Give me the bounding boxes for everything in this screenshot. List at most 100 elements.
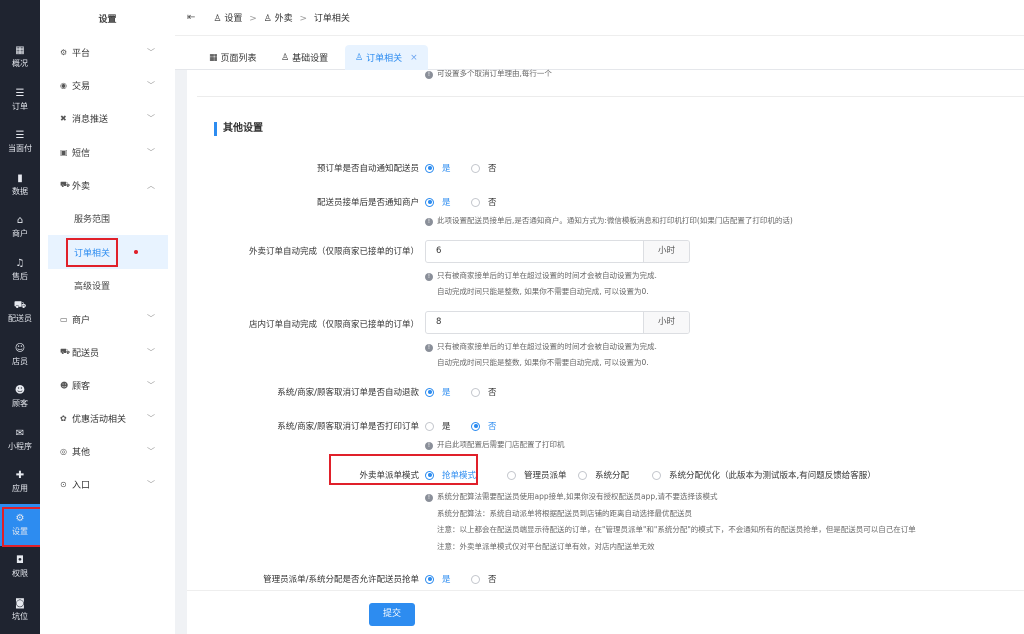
- headset-icon: ♫: [15, 257, 25, 269]
- sidebar-item[interactable]: ⛟ 配送员 ﹀: [40, 336, 175, 369]
- print-yes[interactable]: 是: [425, 420, 451, 432]
- sidebar-item[interactable]: ✿ 优惠活动相关 ﹀: [40, 402, 175, 435]
- rider-accept-yes[interactable]: 是: [425, 196, 451, 208]
- collapse-icon[interactable]: ⇤: [187, 12, 195, 23]
- rider-accept-help: ! 此项设置配送员接单后,是否通知商户。通知方式为:微信模板消息和打印机打印(如果…: [425, 215, 793, 226]
- rail-item-label: 售后: [12, 271, 28, 281]
- rail-item[interactable]: ☺ 店员: [0, 334, 40, 377]
- sms-icon: ▣: [60, 147, 68, 157]
- sidebar-item[interactable]: ⛟ 外卖 ︿: [40, 169, 175, 202]
- pre-order-yes[interactable]: 是: [425, 162, 451, 174]
- rail-item-label: 当面付: [8, 144, 32, 154]
- rail-item[interactable]: ♫ 售后: [0, 249, 40, 292]
- promo-icon: ✿: [60, 414, 67, 424]
- store-icon: ⌂: [16, 215, 24, 227]
- allow-grab-yes[interactable]: 是: [425, 573, 451, 585]
- dispatch-label: 外卖单派单模式: [359, 471, 419, 481]
- dispatch-admin[interactable]: 管理员派单: [507, 469, 567, 481]
- bar-chart-icon: ▮: [17, 172, 23, 184]
- other-icon: ◎: [60, 447, 67, 457]
- close-icon[interactable]: ×: [410, 53, 418, 63]
- main-rail: ▦ 概况 ☰ 订单 ☰ 当面付 ▮ 数据 ⌂ 商户 ♫ 售后 ⛟ 配送员 ☺ 店员 ☻ 顾客 ✉ 小程序 ✚ 应用 ⚙ 设置 ◘…: [0, 0, 42, 634]
- trade-icon: ◉: [60, 81, 67, 91]
- submit-button[interactable]: 提交: [369, 603, 415, 626]
- rail-item-label: 数据: [12, 186, 28, 196]
- breadcrumb-item[interactable]: 外卖: [275, 14, 293, 24]
- pre-order-label: 预订单是否自动通知配送员: [316, 164, 419, 174]
- sidebar-item-label: 其他: [72, 448, 91, 459]
- rail-item[interactable]: ✉ 小程序: [0, 419, 40, 462]
- rail-item[interactable]: ☰ 订单: [0, 79, 40, 122]
- breadcrumb-item: 订单相关: [313, 14, 350, 24]
- settings-form: ! 可设置多个取消订单理由,每行一个 其他设置 预订单是否自动通知配送员 是 否 …: [187, 69, 1024, 590]
- dispatch-grab[interactable]: 抢单模式: [425, 469, 476, 481]
- lock-icon: ◘: [16, 555, 24, 567]
- breadcrumb-item[interactable]: 设置: [224, 14, 242, 24]
- rail-item[interactable]: ⛟ 配送员: [0, 291, 40, 334]
- rail-item[interactable]: ▦ 概况: [0, 36, 40, 79]
- print-no[interactable]: 否: [471, 420, 497, 432]
- chevron-up-icon: ︿: [147, 180, 155, 190]
- sidebar-item-label: 交易: [72, 82, 91, 93]
- allow-grab-no[interactable]: 否: [471, 573, 497, 585]
- unsaved-dot: [134, 250, 138, 255]
- dispatch-system-optimized[interactable]: 系统分配优化（此版本为测试版本,有问题反馈给客服）: [652, 469, 876, 481]
- sidebar-item[interactable]: ⚙ 平台 ﹀: [40, 36, 175, 69]
- chevron-down-icon: ﹀: [147, 147, 155, 157]
- chevron-down-icon: ﹀: [147, 480, 155, 490]
- tab-basic-settings[interactable]: ♙ 基础设置: [281, 45, 328, 70]
- rail-item[interactable]: ◘ 权限: [0, 546, 40, 589]
- rail-item[interactable]: ☰ 当面付: [0, 121, 40, 164]
- rail-item[interactable]: ⌂ 商户: [0, 206, 40, 249]
- sidebar-item[interactable]: ⊙ 入口 ﹀: [40, 468, 175, 501]
- grid-icon: ▦: [15, 45, 25, 57]
- tab-page-list[interactable]: ▦ 页面列表: [209, 45, 257, 70]
- refund-yes[interactable]: 是: [425, 386, 451, 398]
- entry-icon: ⊙: [60, 480, 67, 490]
- customer-icon: ☻: [60, 380, 69, 390]
- rider-accept-no[interactable]: 否: [471, 196, 497, 208]
- sidebar-item-label: 配送员: [72, 348, 100, 359]
- top-header: ⇤ ♙ 设置 > ♙ 外卖 > 订单相关: [175, 0, 1024, 36]
- takeaway-auto-input[interactable]: 6 小时: [425, 240, 690, 263]
- customer-icon: ☻: [14, 385, 26, 397]
- sidebar-sub-advanced[interactable]: 高级设置: [40, 269, 175, 303]
- print-label: 系统/商家/顾客取消订单是否打印订单: [277, 422, 419, 432]
- instore-auto-input[interactable]: 8 小时: [425, 311, 690, 334]
- rail-item-label: 权限: [12, 569, 28, 579]
- list-icon: ☰: [15, 130, 25, 142]
- sidebar-item[interactable]: ✖ 消息推送 ﹀: [40, 102, 175, 135]
- dispatch-help: ! 系统分配算法需要配送员使用app接单,如果你没有授权配送员app,请不要选择该…: [425, 491, 718, 502]
- rail-item[interactable]: ▮ 数据: [0, 164, 40, 207]
- sidebar-item[interactable]: ◎ 其他 ﹀: [40, 435, 175, 468]
- form-footer: 提交: [187, 590, 1024, 634]
- refund-label: 系统/商家/顾客取消订单是否自动退款: [277, 388, 419, 398]
- dispatch-help: 系统分配算法：系统自动派单将根据配送员到店铺的距离自动选择最优配送员: [437, 509, 692, 518]
- user-icon: ☺: [14, 342, 26, 354]
- user-icon: ♙: [355, 52, 364, 63]
- sidebar-sub-service-range[interactable]: 服务范围: [40, 202, 175, 236]
- sidebar-sub-order[interactable]: 订单相关: [48, 235, 168, 269]
- rail-item-label: 店员: [12, 356, 28, 366]
- rail-item[interactable]: ☻ 顾客: [0, 376, 40, 419]
- rail-item-label: 应用: [12, 484, 28, 494]
- chevron-down-icon: ﹀: [147, 414, 155, 423]
- sidebar-item[interactable]: ☻ 顾客 ﹀: [40, 369, 175, 402]
- message-icon: ✖: [60, 114, 67, 124]
- section-title: 其他设置: [214, 122, 263, 136]
- sidebar-item[interactable]: ◉ 交易 ﹀: [40, 69, 175, 102]
- print-help: ! 开启此项配置后需要门店配置了打印机: [425, 439, 565, 450]
- rail-item[interactable]: ✚ 应用: [0, 461, 40, 504]
- dispatch-system[interactable]: 系统分配: [578, 469, 629, 481]
- sidebar-item[interactable]: ▣ 短信 ﹀: [40, 136, 175, 169]
- rail-item[interactable]: ⚙ 设置: [0, 503, 42, 546]
- refund-no[interactable]: 否: [471, 386, 497, 398]
- chevron-down-icon: ﹀: [147, 81, 155, 91]
- apps-icon: ✚: [15, 470, 25, 482]
- rail-item[interactable]: ◙ 坑位: [0, 589, 40, 632]
- tab-order-settings[interactable]: ♙ 订单相关 ×: [345, 45, 428, 70]
- pre-order-no[interactable]: 否: [471, 162, 497, 174]
- other-settings-card: 其他设置 预订单是否自动通知配送员 是 否 配送员接单后是否通知商户 是 否 !…: [197, 96, 1024, 590]
- settings-sidebar: 设置 ⚙ 平台 ﹀ ◉ 交易 ﹀ ✖ 消息推送 ﹀ ▣ 短信 ﹀ ⛟ 外卖 ︿ 服务范围 订单相关 高级设置…: [40, 0, 175, 634]
- sidebar-item[interactable]: ▭ 商户 ﹀: [40, 302, 175, 335]
